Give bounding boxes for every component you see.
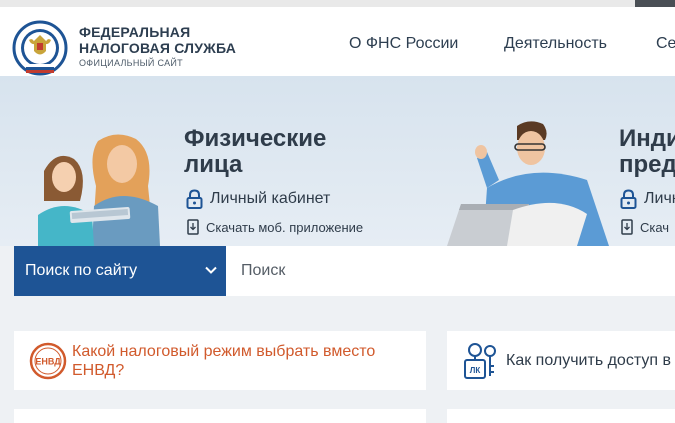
entrepreneurs-cabinet-label: Личн (644, 190, 675, 207)
site-search-bar: Поиск по сайту (14, 246, 675, 296)
info-card-lk-access[interactable]: ЛК Как получить доступ в (447, 331, 675, 390)
lock-icon (620, 189, 637, 209)
brand-title-line2: НАЛОГОВАЯ СЛУЖБА (79, 40, 237, 56)
info-card-partial-left[interactable] (14, 409, 426, 423)
brand-subtitle: ОФИЦИАЛЬНЫЙ САЙТ (79, 58, 183, 68)
search-scope-select[interactable]: Поиск по сайту (14, 246, 226, 296)
envd-stamp-icon: ЕНВД (29, 342, 67, 380)
individuals-title[interactable]: Физические лица (184, 126, 326, 178)
lock-icon (186, 189, 203, 209)
nav-activity[interactable]: Деятельность (504, 35, 607, 53)
info-card-envd-text: Какой налоговый режим выбрать вместо ЕНВ… (72, 343, 376, 379)
phone-download-icon (621, 219, 633, 235)
entrepreneurs-illustration (447, 121, 609, 246)
entrepreneurs-app-link[interactable]: Скач (621, 219, 669, 235)
individuals-cabinet-label: Личный кабинет (210, 190, 331, 207)
individuals-illustration (38, 134, 160, 246)
individuals-title-line2: лица (184, 151, 243, 178)
browser-top-strip (0, 0, 675, 7)
nav-about[interactable]: О ФНС России (349, 35, 458, 53)
chevron-down-icon (205, 266, 217, 274)
info-card-envd[interactable]: ЕНВД Какой налоговый режим выбрать вмест… (14, 331, 426, 390)
envd-badge-text: ЕНВД (35, 357, 61, 367)
individuals-app-label: Скачать моб. приложение (206, 219, 364, 235)
nav-services[interactable]: Се (656, 35, 675, 53)
phone-download-icon (187, 219, 199, 235)
entrepreneurs-app-label: Скач (640, 219, 670, 235)
lk-keys-icon: ЛК (464, 343, 496, 379)
brand-block[interactable]: ФЕДЕРАЛЬНАЯ НАЛОГОВАЯ СЛУЖБА ОФИЦИАЛЬНЫЙ… (79, 24, 236, 68)
search-input[interactable] (226, 246, 675, 296)
entrepreneurs-title-line1: Инди (619, 125, 675, 152)
fns-emblem-logo[interactable] (12, 20, 68, 76)
brand-title-line1: ФЕДЕРАЛЬНАЯ (79, 24, 191, 40)
info-card-lk-text: Как получить доступ в (506, 352, 671, 369)
individuals-app-link[interactable]: Скачать моб. приложение (187, 219, 363, 235)
top-strip-dark-segment (635, 0, 675, 7)
info-card-partial-right[interactable] (447, 409, 675, 423)
site-header: ФЕДЕРАЛЬНАЯ НАЛОГОВАЯ СЛУЖБА ОФИЦИАЛЬНЫЙ… (0, 7, 675, 76)
search-scope-label: Поиск по сайту (25, 262, 138, 279)
entrepreneurs-cabinet-link[interactable]: Личн (620, 189, 675, 209)
individuals-title-line1: Физические (184, 125, 327, 152)
individuals-cabinet-link[interactable]: Личный кабинет (186, 189, 330, 209)
hero-banner: Физические лица Личный кабинет Скачать м… (0, 76, 675, 246)
entrepreneurs-title[interactable]: Инди пред (619, 126, 675, 178)
entrepreneurs-title-line2: пред (619, 151, 675, 178)
lk-badge-text: ЛК (470, 366, 481, 375)
